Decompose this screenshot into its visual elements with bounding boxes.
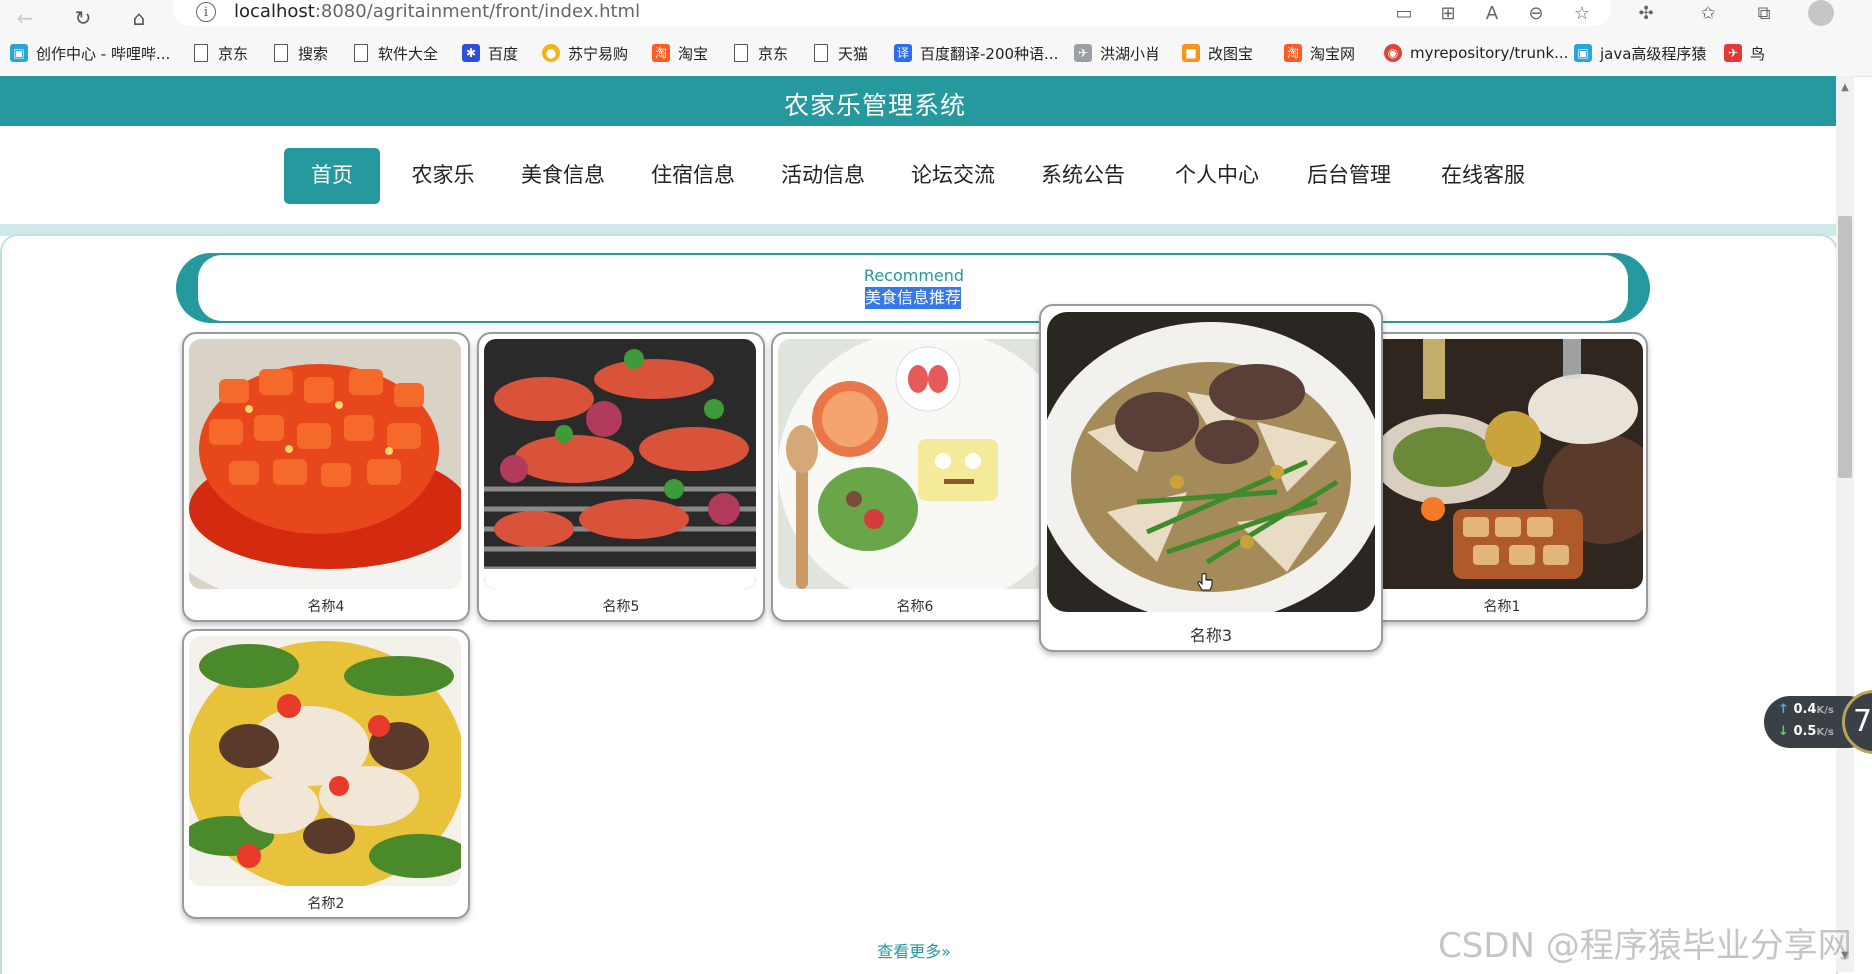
url-text[interactable]: localhost:8080/agritainment/front/index.…: [234, 1, 640, 22]
scrollbar-thumb[interactable]: [1838, 216, 1852, 478]
food-name: 名称5: [602, 599, 640, 615]
bookmark-item[interactable]: ● 苏宁易购: [542, 42, 628, 64]
food-name: 名称4: [307, 599, 345, 615]
download-speed: ↓ 0.5K/s: [1778, 724, 1834, 739]
recommend-en-title: Recommend: [863, 266, 965, 285]
reload-icon[interactable]: ↻: [70, 6, 96, 30]
bookmark-item[interactable]: ■ 改图宝: [1182, 42, 1253, 64]
bookmark-item[interactable]: 京东: [734, 42, 788, 64]
page-icon: [354, 44, 368, 62]
menu-item-lodging[interactable]: 住宿信息: [642, 148, 744, 204]
watermark: CSDN @程序猿毕业分享网: [1438, 926, 1852, 966]
bird-icon: ✈: [1074, 44, 1092, 62]
menu-item-forum[interactable]: 论坛交流: [902, 148, 1004, 204]
favorites-icon[interactable]: ✩: [1696, 2, 1720, 26]
read-aloud-icon[interactable]: A: [1480, 2, 1504, 26]
bookmark-item[interactable]: 京东: [194, 42, 248, 64]
bookmark-item[interactable]: ◉ myrepository/trunk...: [1384, 42, 1568, 64]
bookmark-item[interactable]: 译百度翻译-200种语...: [894, 42, 1058, 64]
food-card[interactable]: 名称2: [182, 629, 470, 919]
food-card[interactable]: 名称6: [771, 332, 1059, 622]
menu-item-farmstay[interactable]: 农家乐: [402, 148, 484, 204]
bilibili-icon: ▣: [10, 44, 28, 62]
collections-icon[interactable]: ⧉: [1752, 2, 1776, 26]
view-more-label: 查看更多: [877, 942, 942, 961]
down-arrow-icon: ↓: [1778, 724, 1789, 739]
zoom-icon[interactable]: ⊖: [1524, 2, 1548, 26]
bookmark-item[interactable]: 搜索: [274, 42, 328, 64]
favorite-add-icon[interactable]: ☆: [1570, 2, 1594, 26]
bilibili-icon: ▣: [1574, 44, 1592, 62]
profile-avatar[interactable]: [1808, 0, 1834, 26]
extensions-icon[interactable]: ✣: [1634, 2, 1658, 26]
bookmark-item[interactable]: ✈ 洪湖小肖: [1074, 42, 1160, 64]
bookmark-item[interactable]: ▣ 创作中心 - 哔哩哔...: [10, 42, 170, 64]
food-image: [189, 636, 461, 886]
bookmark-item[interactable]: ✱ 百度: [462, 42, 518, 64]
menu-item-food[interactable]: 美食信息: [512, 148, 614, 204]
bookmark-item[interactable]: 淘淘宝网: [1284, 42, 1355, 64]
food-card[interactable]: 名称4: [182, 332, 470, 622]
double-chevron-right-icon: »: [941, 942, 951, 961]
menu-item-profile[interactable]: 个人中心: [1166, 148, 1268, 204]
food-image: [1363, 339, 1643, 589]
bookmark-item[interactable]: ▣ java高级程序猿: [1574, 42, 1706, 64]
image-edit-icon: ■: [1182, 44, 1200, 62]
food-image: [1047, 312, 1375, 612]
site-title: 农家乐管理系统: [783, 91, 966, 120]
food-card-hovered[interactable]: 名称3: [1039, 304, 1383, 652]
bookmark-item[interactable]: 天猫: [814, 42, 868, 64]
hand-cursor-icon: [1197, 573, 1213, 591]
food-card[interactable]: 名称1: [1356, 332, 1648, 622]
menu-item-home[interactable]: 首页: [284, 148, 380, 204]
apps-icon[interactable]: ⊞: [1436, 2, 1460, 26]
food-name: 名称3: [1189, 626, 1233, 645]
page-scrollbar[interactable]: [1836, 76, 1854, 972]
main-menu: 首页 农家乐 美食信息 住宿信息 活动信息 论坛交流 系统公告 个人中心 后台管…: [0, 148, 1836, 204]
page-icon: [194, 44, 208, 62]
network-speed-widget[interactable]: ↑ 0.4K/s ↓ 0.5K/s 7: [1764, 690, 1872, 754]
baidu-icon: ✱: [462, 44, 480, 62]
menu-item-admin[interactable]: 后台管理: [1298, 148, 1400, 204]
menu-item-notice[interactable]: 系统公告: [1032, 148, 1134, 204]
food-name: 名称1: [1483, 599, 1521, 615]
chrome-icon: ◉: [1384, 44, 1402, 62]
food-name: 名称6: [896, 599, 934, 615]
translate-icon: 译: [894, 44, 912, 62]
food-name: 名称2: [307, 896, 345, 912]
food-card[interactable]: 名称5: [477, 332, 765, 622]
speed-ring: 7: [1842, 690, 1872, 754]
back-arrow-icon[interactable]: ←: [12, 6, 38, 30]
taobao-icon: 淘: [652, 44, 670, 62]
food-image: [189, 339, 461, 589]
bookmark-item[interactable]: 淘淘宝: [652, 42, 708, 64]
page-icon: [274, 44, 288, 62]
food-image: [778, 339, 1050, 589]
taobao-icon: 淘: [1284, 44, 1302, 62]
site-info-icon[interactable]: i: [196, 2, 216, 22]
bookmark-item[interactable]: 软件大全: [354, 42, 438, 64]
upload-speed: ↑ 0.4K/s: [1778, 702, 1834, 717]
menu-item-support[interactable]: 在线客服: [1432, 148, 1534, 204]
suning-icon: ●: [542, 44, 560, 62]
device-icon[interactable]: ▭: [1392, 2, 1416, 26]
menu-item-activity[interactable]: 活动信息: [772, 148, 874, 204]
scroll-up-icon[interactable]: ▲: [1836, 80, 1854, 96]
home-icon[interactable]: ⌂: [126, 6, 152, 30]
bookmark-item[interactable]: ✈ 鸟: [1724, 42, 1765, 64]
food-image: [484, 339, 756, 589]
page-icon: [734, 44, 748, 62]
bird-icon: ✈: [1724, 44, 1742, 62]
up-arrow-icon: ↑: [1778, 702, 1789, 717]
page-icon: [814, 44, 828, 62]
recommend-cn-title: 美食信息推荐: [865, 287, 962, 309]
